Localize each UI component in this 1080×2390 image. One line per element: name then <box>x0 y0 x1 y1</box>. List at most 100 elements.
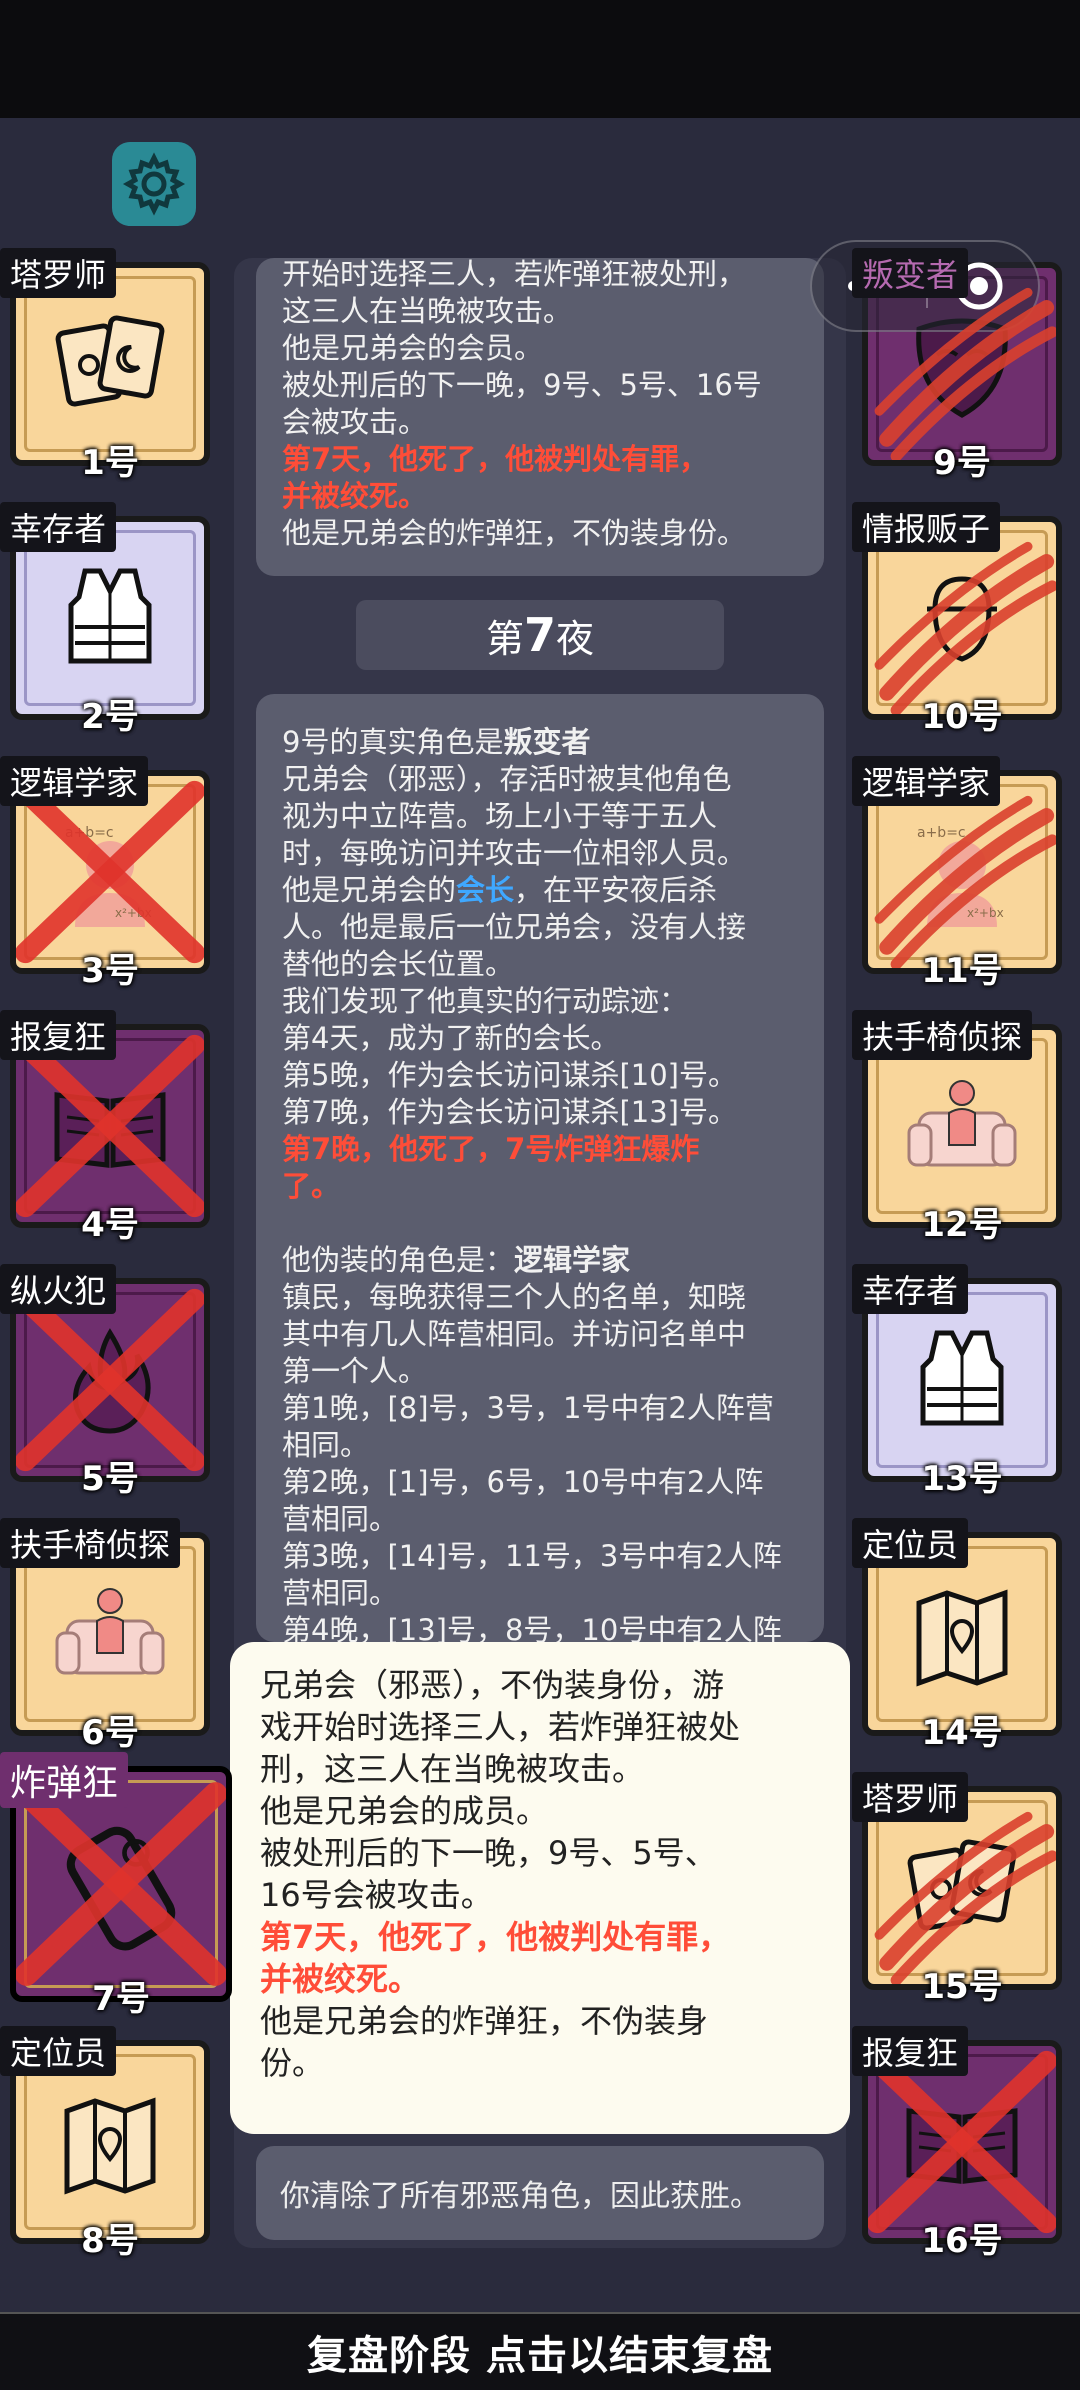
player-number: 6号 <box>81 1713 139 1753</box>
book-icon <box>45 1061 175 1191</box>
log-text: 他伪装的角色是：逻辑学家 <box>282 1242 798 1279</box>
tarot-cards-icon <box>897 1823 1027 1953</box>
player-number: 8号 <box>81 2221 139 2261</box>
night-suffix: 夜 <box>556 616 595 661</box>
player-card-1[interactable]: 塔罗师 1号 <box>0 248 210 483</box>
popup-text: 份。 <box>260 2044 325 2082</box>
role-label: 逻辑学家 <box>0 756 149 806</box>
role-label: 幸存者 <box>852 1264 969 1314</box>
player-number: 2号 <box>81 697 139 737</box>
log-text: 第7晚，作为会长访问谋杀[13]号。 <box>282 1095 737 1129</box>
spy-icon <box>897 553 1027 683</box>
player-card-6[interactable]: 扶手椅侦探 6号 <box>0 1518 210 1753</box>
role-label: 塔罗师 <box>852 1772 969 1822</box>
log-text-part: 他是兄弟会的 <box>282 873 457 907</box>
map-icon <box>897 1569 1027 1699</box>
log-text: 9号的真实角色是叛变者 <box>282 724 798 761</box>
leader-keyword[interactable]: 会长 <box>456 873 514 907</box>
player-number: 5号 <box>81 1459 139 1499</box>
logician-icon <box>917 825 1004 927</box>
popup-text: 16号会被攻击。 <box>260 1876 493 1914</box>
popup-text: 刑，这三人在当晚被攻击。 <box>260 1750 645 1788</box>
log-text: 第4天，成为了新的会长。 <box>282 1021 620 1055</box>
player-card-13[interactable]: 幸存者 13号 <box>852 1264 1062 1499</box>
log-text: 相同。 <box>282 1428 370 1462</box>
player-number: 10号 <box>921 697 1003 737</box>
popup-text: 戏开始时选择三人，若炸弹狂被处 <box>260 1708 741 1746</box>
night-banner: 第7夜 <box>356 600 724 670</box>
popup-text: 兄弟会（邪恶），不伪装身份，游 <box>260 1666 725 1704</box>
popup-death-text: 第7天，他死了，他被判处有罪， <box>260 1918 731 1956</box>
map-icon <box>45 2077 175 2207</box>
log-text: 我们发现了他真实的行动踪迹： <box>282 984 689 1018</box>
player-number: 12号 <box>921 1205 1003 1245</box>
role-label: 扶手椅侦探 <box>0 1518 181 1568</box>
role-label: 扶手椅侦探 <box>852 1010 1033 1060</box>
log-text: 他是兄弟会的会员。 <box>282 331 544 365</box>
log-text-part: 他伪装的角色是： <box>282 1243 515 1277</box>
popup-text: 他是兄弟会的炸弹狂，不伪装身 <box>260 2002 709 2040</box>
role-detail-popup[interactable]: 兄弟会（邪恶），不伪装身份，游 戏开始时选择三人，若炸弹狂被处 刑，这三人在当晚… <box>230 1642 850 2134</box>
popup-death-text: 并被绞死。 <box>260 1960 421 1998</box>
role-label: 报复狂 <box>0 1010 117 1060</box>
player-card-11[interactable]: 逻辑学家 11号 <box>852 756 1062 991</box>
player-card-4[interactable]: 报复狂 4号 <box>0 1010 210 1245</box>
log-text: 第一个人。 <box>282 1354 428 1388</box>
player-number: 16号 <box>921 2221 1003 2261</box>
role-label: 情报贩子 <box>852 502 1001 552</box>
player-number: 4号 <box>81 1205 139 1245</box>
log-text-part: ，在平安夜后杀 <box>514 873 718 907</box>
log-text: 第4晚，[13]号，8号，10号中有2人阵 <box>282 1613 782 1642</box>
gear-icon <box>122 152 186 216</box>
player-card-7-selected[interactable]: 炸弹狂 7号 <box>0 1752 232 2019</box>
player-number: 9号 <box>933 443 991 483</box>
player-number: 3号 <box>81 951 139 991</box>
vest-icon <box>897 1315 1027 1445</box>
role-label: 幸存者 <box>0 502 117 552</box>
player-card-2[interactable]: 幸存者 2号 <box>0 502 210 737</box>
log-text: 营相同。 <box>282 1576 399 1610</box>
player-card-14[interactable]: 定位员 14号 <box>852 1518 1062 1753</box>
log-text: 人。他是最后一位兄弟会，没有人接 <box>282 910 747 944</box>
role-name: 叛变者 <box>503 725 591 759</box>
fire-icon <box>45 1315 175 1445</box>
log-text: 被处刑后的下一晚，9号、5号、16号 <box>282 368 762 402</box>
settings-button[interactable] <box>112 142 196 226</box>
player-number: 13号 <box>921 1459 1003 1499</box>
victory-message: 你清除了所有邪恶角色，因此获胜。 <box>256 2146 824 2240</box>
logician-icon <box>65 825 152 927</box>
player-number: 7号 <box>92 1979 150 2019</box>
log-text: 其中有几人阵营相同。并访问名单中 <box>282 1317 747 1351</box>
log-text: 他是兄弟会的炸弹狂，不伪装身份。 <box>282 516 747 550</box>
player-card-15[interactable]: 塔罗师 15号 <box>852 1772 1062 2007</box>
armchair-icon <box>907 1079 1017 1167</box>
player-card-5[interactable]: 纵火犯 5号 <box>0 1264 210 1499</box>
log-text: 视为中立阵营。场上小于等于五人 <box>282 799 718 833</box>
log-text: 营相同。 <box>282 1502 399 1536</box>
log-text: 开始时选择三人，若炸弹狂被处刑， <box>282 258 747 291</box>
player-card-12[interactable]: 扶手椅侦探 12号 <box>852 1010 1062 1245</box>
role-name: 逻辑学家 <box>514 1243 631 1277</box>
role-label: 定位员 <box>852 1518 969 1568</box>
role-label: 叛变者 <box>852 248 969 298</box>
log-text: 第5晚，作为会长访问谋杀[10]号。 <box>282 1058 737 1092</box>
log-text: 替他的会长位置。 <box>282 947 515 981</box>
player-card-10[interactable]: 情报贩子 10号 <box>852 502 1062 737</box>
popup-text: 被处刑后的下一晚，9号、5号、 <box>260 1834 717 1872</box>
player-card-8[interactable]: 定位员 8号 <box>0 2026 210 2261</box>
player-card-3[interactable]: 逻辑学家 3号 <box>0 756 210 991</box>
bomb-icon <box>46 1809 196 1959</box>
death-text: 并被绞死。 <box>282 479 428 513</box>
log-text: 兄弟会（邪恶），存活时被其他角色 <box>282 762 732 796</box>
role-label: 逻辑学家 <box>852 756 1001 806</box>
book-icon <box>897 2077 1027 2207</box>
log-text-part: 9号的真实角色是 <box>282 725 504 759</box>
night-number: 7 <box>523 608 556 662</box>
player-number: 15号 <box>921 1967 1003 2007</box>
end-replay-button[interactable]: 复盘阶段 点击以结束复盘 <box>0 2312 1080 2390</box>
armchair-icon <box>55 1587 165 1675</box>
log-text: 会被攻击。 <box>282 405 428 439</box>
role-label: 报复狂 <box>852 2026 969 2076</box>
log-entry-traitor: 9号的真实角色是叛变者 兄弟会（邪恶），存活时被其他角色 视为中立阵营。场上小于… <box>256 694 824 1642</box>
player-card-16[interactable]: 报复狂 16号 <box>852 2026 1062 2261</box>
